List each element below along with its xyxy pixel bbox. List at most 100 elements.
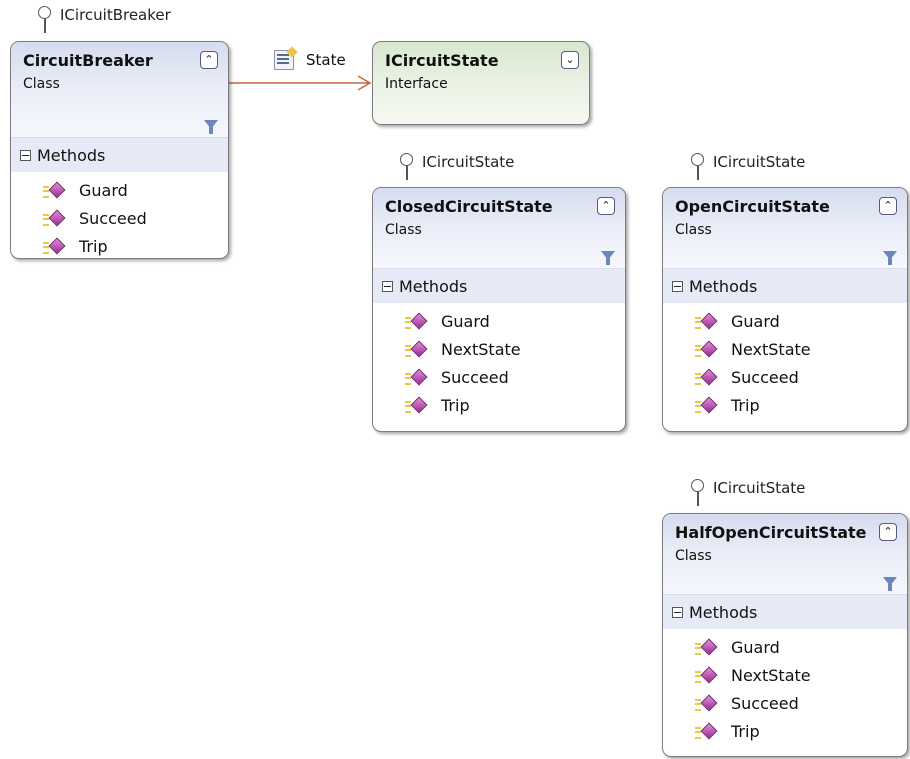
class-box-opencircuitstate[interactable]: OpenCircuitState Class ⌃ Methods Guard N… <box>662 187 908 432</box>
interface-kind: Interface <box>385 76 448 92</box>
interface-name: ICircuitState <box>713 479 806 497</box>
method-name: NextState <box>731 339 811 359</box>
class-box-closedcircuitstate[interactable]: ClosedCircuitState Class ⌃ Methods Guard… <box>372 187 626 432</box>
method-icon <box>695 666 718 684</box>
collapse-minus-icon[interactable] <box>672 280 683 292</box>
interface-lollipop-icon <box>38 6 52 33</box>
method-icon <box>405 340 428 358</box>
method-item[interactable]: NextState <box>663 335 907 363</box>
class-header: ClosedCircuitState Class ⌃ <box>373 188 625 269</box>
filter-icon[interactable] <box>883 251 897 265</box>
interface-lollipop-open: ICircuitState <box>691 153 806 180</box>
interface-lollipop-icon <box>691 153 705 180</box>
section-label: Methods <box>689 276 758 296</box>
method-list: Guard NextState Succeed Trip <box>663 629 907 755</box>
methods-section-header[interactable]: Methods <box>373 269 625 303</box>
method-item[interactable]: Trip <box>373 391 625 419</box>
section-label: Methods <box>689 602 758 622</box>
interface-box-icircuitstate[interactable]: ICircuitState Interface ⌄ <box>372 41 590 125</box>
collapse-chevron-icon[interactable]: ⌃ <box>879 523 897 541</box>
section-label: Methods <box>37 145 106 165</box>
method-icon <box>405 312 428 330</box>
methods-section-header[interactable]: Methods <box>11 138 228 172</box>
class-title: HalfOpenCircuitState <box>675 523 867 542</box>
method-icon <box>695 722 718 740</box>
method-item[interactable]: NextState <box>663 661 907 689</box>
interface-name: ICircuitBreaker <box>60 6 171 24</box>
method-name: Guard <box>731 311 780 331</box>
method-name: Trip <box>731 721 760 741</box>
method-list: Guard NextState Succeed Trip <box>663 303 907 429</box>
method-list: Guard Succeed Trip <box>11 172 228 258</box>
class-box-circuitbreaker[interactable]: CircuitBreaker Class ⌃ Methods Guard Suc… <box>10 41 229 259</box>
method-icon <box>695 694 718 712</box>
association-label-text: State <box>306 51 346 69</box>
method-item[interactable]: Guard <box>11 176 228 204</box>
method-name: Trip <box>441 395 470 415</box>
property-icon <box>274 50 294 70</box>
class-title: OpenCircuitState <box>675 197 830 216</box>
class-header: CircuitBreaker Class ⌃ <box>11 42 228 138</box>
method-item[interactable]: Trip <box>663 391 907 419</box>
filter-icon[interactable] <box>883 577 897 591</box>
interface-lollipop-icon <box>400 153 414 180</box>
interface-lollipop-closed: ICircuitState <box>400 153 515 180</box>
method-icon <box>405 396 428 414</box>
method-item[interactable]: NextState <box>373 335 625 363</box>
interface-lollipop-icon <box>691 479 705 506</box>
interface-lollipop-circuitbreaker: ICircuitBreaker <box>38 6 171 33</box>
collapse-minus-icon[interactable] <box>382 280 393 292</box>
interface-name: ICircuitState <box>713 153 806 171</box>
method-name: Trip <box>79 236 108 256</box>
association-label: State <box>274 50 346 70</box>
method-name: Guard <box>79 180 128 200</box>
method-name: NextState <box>731 665 811 685</box>
section-label: Methods <box>399 276 468 296</box>
method-item[interactable]: Guard <box>373 307 625 335</box>
method-icon <box>43 181 66 199</box>
class-kind: Class <box>675 222 712 238</box>
method-name: NextState <box>441 339 521 359</box>
method-item[interactable]: Succeed <box>11 204 228 232</box>
method-item[interactable]: Succeed <box>663 689 907 717</box>
method-name: Succeed <box>79 208 147 228</box>
method-icon <box>695 638 718 656</box>
interface-title: ICircuitState <box>385 51 499 70</box>
collapse-minus-icon[interactable] <box>20 149 31 161</box>
method-item[interactable]: Trip <box>663 717 907 745</box>
class-header: OpenCircuitState Class ⌃ <box>663 188 907 269</box>
method-item[interactable]: Trip <box>11 232 228 258</box>
method-name: Trip <box>731 395 760 415</box>
method-list: Guard NextState Succeed Trip <box>373 303 625 429</box>
method-name: Guard <box>731 637 780 657</box>
class-kind: Class <box>675 548 712 564</box>
collapse-minus-icon[interactable] <box>672 606 683 618</box>
method-item[interactable]: Succeed <box>373 363 625 391</box>
collapse-chevron-icon[interactable]: ⌃ <box>200 51 218 69</box>
method-icon <box>695 312 718 330</box>
expand-chevron-icon[interactable]: ⌄ <box>561 51 579 69</box>
class-kind: Class <box>23 76 60 92</box>
class-box-halfopencircuitstate[interactable]: HalfOpenCircuitState Class ⌃ Methods Gua… <box>662 513 908 757</box>
methods-section-header[interactable]: Methods <box>663 269 907 303</box>
method-icon <box>695 368 718 386</box>
method-item[interactable]: Guard <box>663 633 907 661</box>
collapse-chevron-icon[interactable]: ⌃ <box>597 197 615 215</box>
interface-lollipop-halfopen: ICircuitState <box>691 479 806 506</box>
filter-icon[interactable] <box>601 251 615 265</box>
method-icon <box>695 396 718 414</box>
methods-section-header[interactable]: Methods <box>663 595 907 629</box>
method-icon <box>43 237 66 255</box>
class-title: CircuitBreaker <box>23 51 153 70</box>
method-item[interactable]: Guard <box>663 307 907 335</box>
collapse-chevron-icon[interactable]: ⌃ <box>879 197 897 215</box>
interface-name: ICircuitState <box>422 153 515 171</box>
method-icon <box>695 340 718 358</box>
method-icon <box>405 368 428 386</box>
class-title: ClosedCircuitState <box>385 197 553 216</box>
method-icon <box>43 209 66 227</box>
class-header: HalfOpenCircuitState Class ⌃ <box>663 514 907 595</box>
method-name: Guard <box>441 311 490 331</box>
method-item[interactable]: Succeed <box>663 363 907 391</box>
filter-icon[interactable] <box>204 120 218 134</box>
